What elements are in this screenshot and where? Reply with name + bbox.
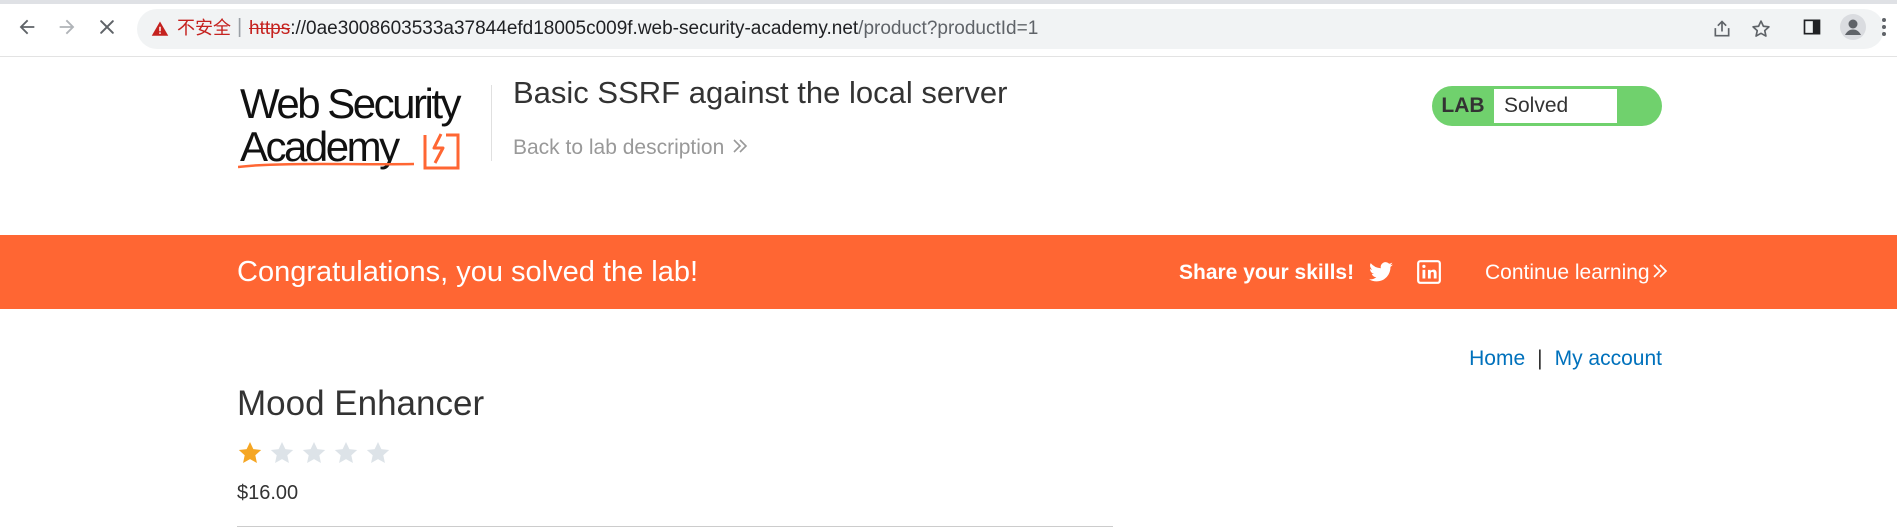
tab-strip-edge <box>0 0 1897 4</box>
header-divider <box>491 85 492 161</box>
lab-tag: LAB <box>1441 94 1485 117</box>
back-to-lab-description-link[interactable]: Back to lab description <box>513 136 748 160</box>
more-menu-icon[interactable] <box>1872 12 1896 42</box>
twitter-icon[interactable] <box>1368 259 1394 285</box>
security-status-label[interactable]: 不安全 <box>177 19 231 39</box>
url-path: /product?productId=1 <box>858 18 1039 39</box>
congratulations-message: Congratulations, you solved the lab! <box>237 256 699 288</box>
home-link[interactable]: Home <box>1469 347 1525 370</box>
web-security-academy-logo[interactable]: Web Security Academy <box>237 80 492 174</box>
back-link-label: Back to lab description <box>513 136 725 159</box>
product-rating <box>237 440 391 466</box>
url-scheme-separator: :// <box>290 18 307 39</box>
double-chevron-right-icon <box>732 136 748 160</box>
address-bar[interactable]: 不安全 | https://0ae3008603533a37844efd1800… <box>137 9 1884 49</box>
url-scheme: https <box>249 18 291 39</box>
side-panel-icon[interactable] <box>1797 12 1827 42</box>
congratulations-banner: Congratulations, you solved the lab! Sha… <box>0 235 1897 309</box>
lab-status-text: Solved <box>1494 89 1617 123</box>
share-icon[interactable] <box>1711 18 1733 40</box>
stop-loading-icon[interactable] <box>92 12 122 42</box>
url-host: 0ae3008603533a37844efd18005c009f.web-sec… <box>306 18 859 39</box>
my-account-link[interactable]: My account <box>1555 347 1662 370</box>
star-empty-icon <box>270 441 294 463</box>
star-filled-icon <box>238 441 262 463</box>
browser-toolbar: 不安全 | https://0ae3008603533a37844efd1800… <box>0 0 1897 57</box>
star-empty-icon <box>366 441 390 463</box>
share-skills-label: Share your skills! <box>1179 261 1355 284</box>
product-title: Mood Enhancer <box>237 384 485 423</box>
nav-separator: | <box>1537 347 1543 370</box>
lab-title: Basic SSRF against the local server <box>513 75 1008 110</box>
continue-learning-label: Continue learning <box>1485 261 1650 284</box>
account-nav: Home | My account <box>1469 347 1662 371</box>
linkedin-icon[interactable] <box>1416 259 1442 285</box>
bookmark-star-icon[interactable] <box>1750 18 1772 40</box>
profile-icon[interactable] <box>1838 12 1868 42</box>
back-arrow-icon[interactable] <box>12 12 42 42</box>
star-empty-icon <box>302 441 326 463</box>
address-separator: | <box>237 16 243 38</box>
forward-arrow-icon[interactable] <box>52 12 82 42</box>
logo-line-1: Web Security <box>240 82 461 127</box>
url-text[interactable]: https://0ae3008603533a37844efd18005c009f… <box>249 18 1038 40</box>
product-price: $16.00 <box>237 482 299 504</box>
double-chevron-right-icon <box>1652 261 1668 285</box>
lab-status-widget: LAB Solved <box>1432 86 1662 126</box>
continue-learning-link[interactable]: Continue learning <box>1485 261 1668 285</box>
star-empty-icon <box>334 441 358 463</box>
warning-icon[interactable] <box>151 20 169 38</box>
